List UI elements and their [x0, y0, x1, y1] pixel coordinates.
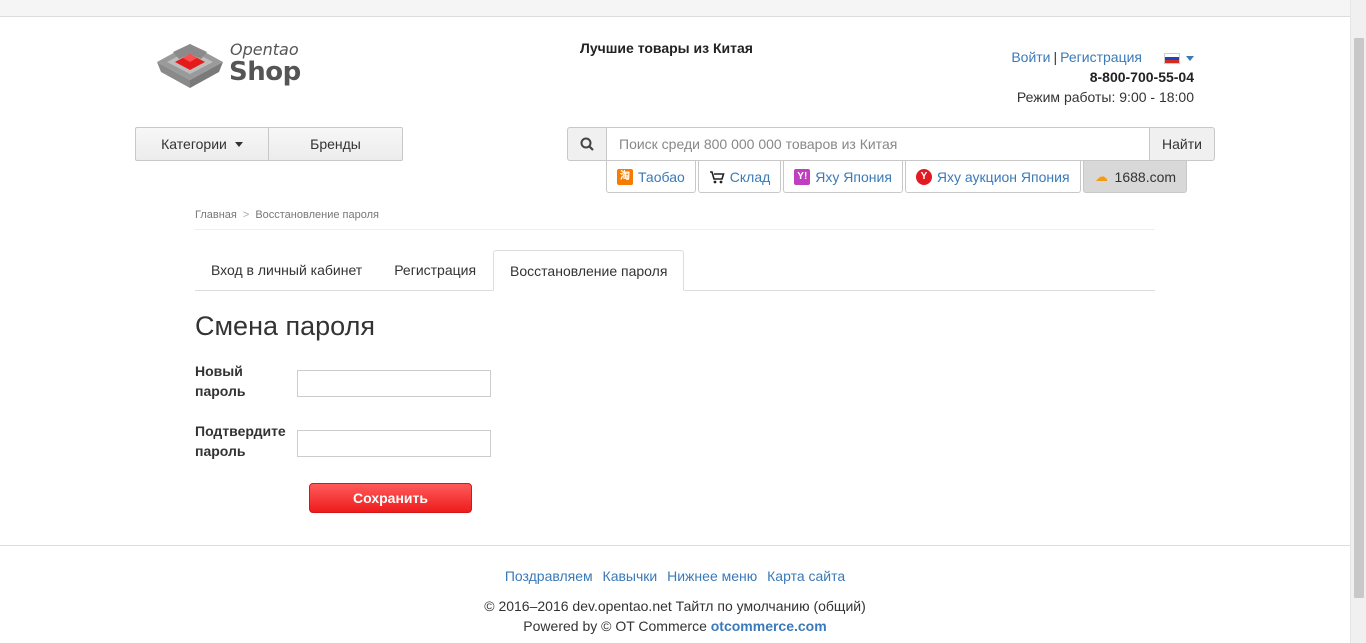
breadcrumb-current: Восстановление пароля — [255, 209, 379, 221]
brands-button[interactable]: Бренды — [269, 127, 403, 161]
search-button[interactable]: Найти — [1149, 127, 1215, 161]
working-hours: Режим работы: 9:00 - 18:00 — [1016, 89, 1194, 105]
login-link[interactable]: Войти — [1011, 49, 1050, 65]
copyright: © 2016–2016 dev.opentao.net Тайтл по умо… — [484, 598, 866, 614]
provider-taobao[interactable]: 淘 Таобао — [606, 161, 696, 193]
taobao-icon: 淘 — [617, 168, 633, 185]
register-link[interactable]: Регистрация — [1060, 49, 1142, 65]
divider — [195, 229, 1155, 230]
provider-label: Таобао — [638, 168, 685, 185]
footer-links: Поздравляем Кавычки Нижнее меню Карта са… — [0, 568, 1350, 584]
category-bar: Категории Бренды — [135, 127, 403, 161]
categories-label: Категории — [161, 136, 227, 152]
confirm-password-field[interactable] — [297, 430, 491, 457]
tab-register[interactable]: Регистрация — [378, 250, 492, 290]
provider-label: 1688.com — [1114, 168, 1177, 185]
breadcrumb-separator: > — [242, 209, 250, 221]
auth-separator: | — [1053, 49, 1058, 65]
categories-button[interactable]: Категории — [135, 127, 269, 161]
cart-icon — [709, 169, 725, 185]
footer-link-bottom-menu[interactable]: Нижнее меню — [667, 568, 757, 584]
account-tabs: Вход в личный кабинет Регистрация Восста… — [195, 250, 1155, 291]
yahoo-auction-icon: Y — [915, 168, 932, 185]
brands-label: Бренды — [310, 136, 361, 152]
powered-by-link[interactable]: otcommerce.com — [711, 618, 827, 634]
footer-link-congrats[interactable]: Поздравляем — [505, 568, 593, 584]
footer-link-sitemap[interactable]: Карта сайта — [767, 568, 845, 584]
provider-label: Яху Япония — [815, 168, 892, 185]
new-password-label: Новый пароль — [195, 363, 246, 399]
tab-password-recovery[interactable]: Восстановление пароля — [493, 250, 685, 291]
provider-1688[interactable]: ☁ 1688.com — [1082, 161, 1188, 193]
footer-divider — [0, 545, 1350, 546]
yahoo-icon: Y! — [794, 168, 811, 185]
logo-text-shop: Shop — [229, 57, 301, 87]
russian-flag-icon[interactable] — [1164, 52, 1180, 64]
phone-number: 8-800-700-55-04 — [1089, 69, 1194, 85]
footer-link-quotes[interactable]: Кавычки — [603, 568, 658, 584]
powered-by-text: Powered by © OT Commerce — [523, 618, 707, 634]
search-bar: Найти — [567, 127, 1215, 161]
auth-links: Войти | Регистрация — [1011, 49, 1194, 65]
scrollbar-thumb[interactable] — [1354, 38, 1364, 598]
tab-login[interactable]: Вход в личный кабинет — [195, 250, 378, 290]
powered-by: Powered by © OT Commerce otcommerce.com — [0, 618, 1350, 634]
breadcrumb: Главная > Восстановление пароля — [195, 209, 379, 221]
search-icon[interactable] — [567, 127, 607, 161]
new-password-field[interactable] — [297, 370, 491, 397]
scrollbar[interactable] — [1350, 0, 1366, 643]
provider-label: Яху аукцион Япония — [936, 168, 1070, 185]
provider-label: Склад — [729, 168, 771, 185]
page-title: Смена пароля — [195, 311, 375, 341]
save-button[interactable]: Сохранить — [309, 483, 472, 513]
breadcrumb-home[interactable]: Главная — [195, 209, 237, 221]
provider-tabs: 淘 Таобао Склад Y! Яху Япония Y Яху аукци… — [606, 161, 1189, 193]
site-slogan: Лучшие товары из Китая — [580, 40, 753, 56]
search-input[interactable] — [607, 127, 1149, 161]
provider-yahoo-auction[interactable]: Y Яху аукцион Япония — [904, 161, 1081, 193]
top-toolbar-strip — [0, 0, 1350, 17]
logo-box-icon — [157, 44, 223, 88]
provider-yahoo-japan[interactable]: Y! Яху Япония — [783, 161, 903, 193]
language-dropdown-chevron-icon[interactable] — [1186, 55, 1194, 61]
1688-icon: ☁ — [1095, 168, 1109, 184]
provider-warehouse[interactable]: Склад — [697, 161, 782, 193]
confirm-password-label: Подтвердите пароль — [195, 423, 286, 459]
logo[interactable]: Opentao Shop — [155, 40, 301, 92]
chevron-down-icon — [234, 141, 243, 147]
